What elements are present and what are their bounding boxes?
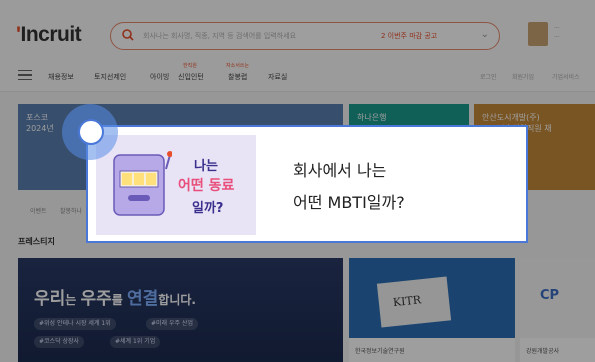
mbti-thumbnail: 나는 어떤 동료 일까? — [96, 135, 256, 235]
question-line-1: 회사에서 나는 — [293, 161, 387, 180]
thumb-text-2: 어떤 동료 — [178, 178, 235, 194]
slot-machine-icon — [113, 151, 172, 216]
question-line-2: 어떤 MBTI일까? — [293, 193, 405, 212]
mbti-tooltip-popup[interactable]: 나는 어떤 동료 일까? 회사에서 나는 어떤 MBTI일까? — [86, 125, 528, 243]
highlight-dot[interactable] — [78, 119, 104, 145]
thumb-text-3: 일까? — [192, 201, 224, 216]
thumb-text-1: 나는 — [194, 159, 218, 174]
